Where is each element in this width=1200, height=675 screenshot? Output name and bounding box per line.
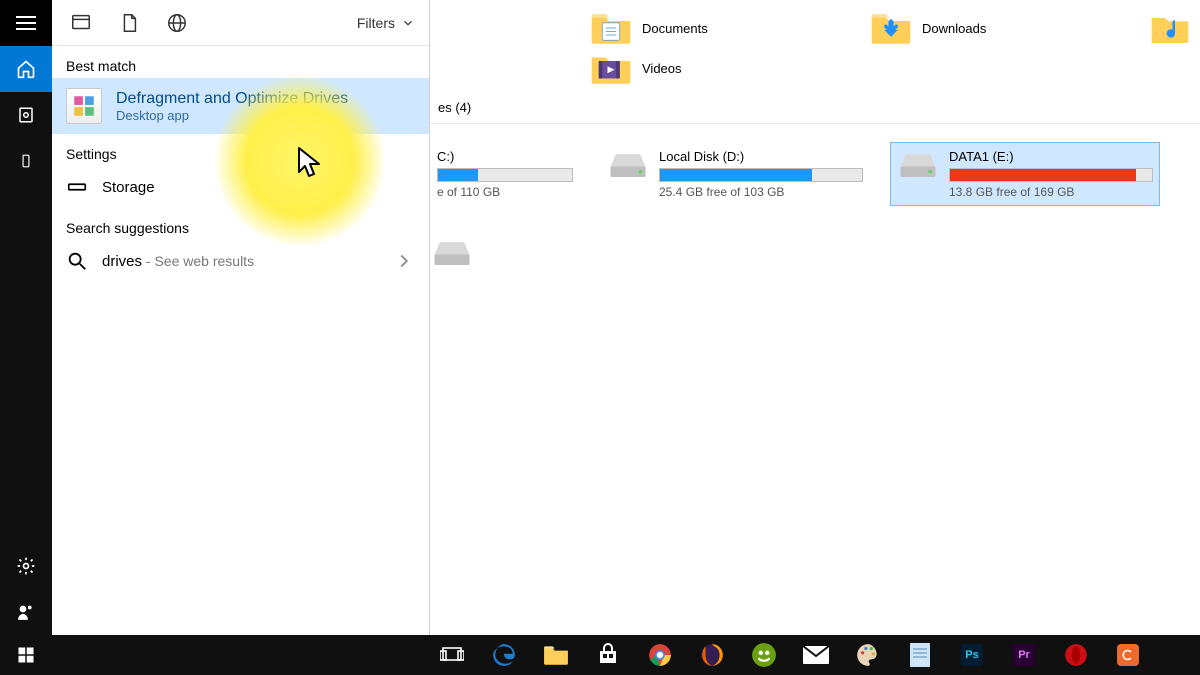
rail-notebook[interactable] xyxy=(0,92,52,138)
drive-c[interactable]: C:) e of 110 GB xyxy=(430,142,580,206)
notepad-icon[interactable] xyxy=(906,641,934,669)
paint-icon[interactable] xyxy=(854,641,882,669)
drive-label: C:) xyxy=(437,149,573,164)
file-explorer-background: Documents Downloads Videos es (4) xyxy=(430,0,1200,635)
folder-videos[interactable]: Videos xyxy=(590,50,780,86)
settings-header: Settings xyxy=(52,134,429,166)
videos-icon xyxy=(590,50,632,86)
folder-downloads[interactable]: Downloads xyxy=(870,10,1060,46)
photoshop-icon[interactable]: Ps xyxy=(958,641,986,669)
settings-item-label: Storage xyxy=(102,179,155,196)
store-icon[interactable] xyxy=(594,641,622,669)
usage-bar xyxy=(659,168,863,182)
opera-icon[interactable] xyxy=(1062,641,1090,669)
panel-top: Filters xyxy=(52,0,429,46)
folders-row-2: Videos xyxy=(430,46,1200,86)
rail-device[interactable] xyxy=(0,138,52,184)
defrag-icon xyxy=(66,88,102,124)
folder-music-partial[interactable] xyxy=(1150,10,1190,46)
suggestions-header: Search suggestions xyxy=(52,208,429,240)
usage-bar xyxy=(949,168,1153,182)
folder-label: Documents xyxy=(642,21,708,36)
drives-row: C:) e of 110 GB Local Disk (D:) 25.4 GB … xyxy=(430,132,1200,270)
drive-free-text: 25.4 GB free of 103 GB xyxy=(659,185,863,199)
rail-feedback[interactable] xyxy=(0,589,52,635)
usage-bar xyxy=(437,168,573,182)
drive-free-text: e of 110 GB xyxy=(437,185,573,199)
folder-label: Videos xyxy=(642,61,682,76)
drive-label: DATA1 (E:) xyxy=(949,149,1153,164)
devices-section: es (4) C:) e of 110 GB Local Disk (D:) xyxy=(430,100,1200,270)
scope-documents-icon[interactable] xyxy=(118,12,140,34)
taskbar: Ps Pr xyxy=(0,635,1200,675)
storage-icon xyxy=(66,176,88,198)
premiere-icon[interactable]: Pr xyxy=(1010,641,1038,669)
music-icon xyxy=(1150,10,1190,46)
drive-e[interactable]: DATA1 (E:) 13.8 GB free of 169 GB xyxy=(890,142,1160,206)
hdd-icon xyxy=(897,149,939,181)
downloads-icon xyxy=(870,10,912,46)
drive-next-partial[interactable] xyxy=(430,226,470,270)
hamburger-button[interactable] xyxy=(0,0,52,46)
scope-web-icon[interactable] xyxy=(166,12,188,34)
hdd-icon xyxy=(607,149,649,181)
start-button[interactable] xyxy=(0,635,52,675)
devices-header: es (4) xyxy=(430,100,1200,123)
folder-documents[interactable]: Documents xyxy=(590,10,780,46)
chrome-icon[interactable] xyxy=(646,641,674,669)
best-match-title: Defragment and Optimize Drives xyxy=(116,90,348,108)
edge-icon[interactable] xyxy=(490,641,518,669)
scope-apps-icon[interactable] xyxy=(70,12,92,34)
filters-dropdown[interactable]: Filters xyxy=(357,15,415,31)
settings-storage[interactable]: Storage xyxy=(52,166,429,208)
documents-icon xyxy=(590,10,632,46)
suggestion-text: drives - See web results xyxy=(102,253,254,270)
file-explorer-icon[interactable] xyxy=(542,641,570,669)
task-view-icon[interactable] xyxy=(438,641,466,669)
camtasia-icon[interactable] xyxy=(1114,641,1142,669)
firefox-icon[interactable] xyxy=(698,641,726,669)
app-green-icon[interactable] xyxy=(750,641,778,669)
folder-label: Downloads xyxy=(922,21,986,36)
chevron-right-icon xyxy=(393,250,415,272)
search-icon xyxy=(66,250,88,272)
chevron-down-icon xyxy=(401,16,415,30)
rail-home[interactable] xyxy=(0,46,52,92)
hdd-icon xyxy=(431,237,473,269)
drive-d[interactable]: Local Disk (D:) 25.4 GB free of 103 GB xyxy=(600,142,870,206)
mail-icon[interactable] xyxy=(802,641,830,669)
best-match-result[interactable]: Defragment and Optimize Drives Desktop a… xyxy=(52,78,429,134)
best-match-header: Best match xyxy=(52,46,429,78)
filters-label: Filters xyxy=(357,15,395,31)
drive-free-text: 13.8 GB free of 169 GB xyxy=(949,185,1153,199)
best-match-subtitle: Desktop app xyxy=(116,108,348,123)
folders-row: Documents Downloads xyxy=(430,0,1200,46)
cortana-rail xyxy=(0,0,52,635)
rail-settings[interactable] xyxy=(0,543,52,589)
drive-label: Local Disk (D:) xyxy=(659,149,863,164)
scope-icons xyxy=(52,12,188,34)
search-panel: Filters Best match Defragment and Optimi… xyxy=(52,0,430,635)
web-suggestion[interactable]: drives - See web results xyxy=(52,240,429,282)
taskbar-apps: Ps Pr xyxy=(430,641,1142,669)
